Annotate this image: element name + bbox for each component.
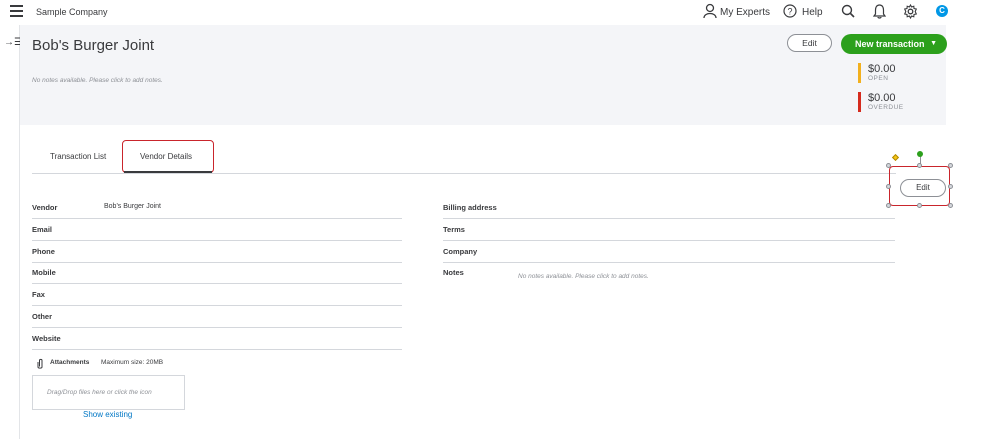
search-icon[interactable] <box>841 4 855 18</box>
field-label: Email <box>32 225 53 234</box>
attachments-label: Attachments <box>50 359 90 366</box>
attachments-max-size: Maximum size: 20MB <box>101 359 164 366</box>
field-label: Terms <box>443 225 465 234</box>
field-mobile: Mobile <box>32 263 402 284</box>
vendor-tabs: Transaction List Vendor Details <box>32 140 896 174</box>
left-rail: →☰ <box>0 25 23 439</box>
open-amount[interactable]: $0.00 OPEN <box>858 63 938 85</box>
field-label: Fax <box>32 290 45 299</box>
new-transaction-label: New transaction <box>855 39 925 49</box>
field-notes: Notes No notes available. Please click t… <box>443 263 895 284</box>
field-label: Website <box>32 334 61 343</box>
field-label: Phone <box>32 247 55 256</box>
field-company: Company <box>443 242 895 263</box>
company-name: Sample Company <box>36 7 108 17</box>
edit-highlight-box: Edit <box>889 166 950 206</box>
field-label: Vendor <box>32 203 58 212</box>
resize-handle[interactable] <box>948 203 953 208</box>
field-phone: Phone <box>32 242 402 263</box>
field-terms: Terms <box>443 220 895 241</box>
paperclip-icon[interactable] <box>36 358 44 370</box>
field-label: Mobile <box>32 268 56 277</box>
overdue-bar <box>858 92 861 112</box>
open-amount-label: OPEN <box>868 75 889 82</box>
field-vendor: Vendor Bob's Burger Joint <box>32 198 402 219</box>
notes-placeholder[interactable]: No notes available. Please click to add … <box>518 273 649 280</box>
field-fax: Fax <box>32 285 402 306</box>
rotation-handle-icon[interactable] <box>917 151 923 157</box>
bell-icon[interactable] <box>873 4 886 19</box>
svg-text:?: ? <box>787 7 792 17</box>
menu-icon[interactable] <box>10 5 23 17</box>
active-tab-underline <box>124 171 212 173</box>
tab-vendor-details[interactable]: Vendor Details <box>140 152 192 161</box>
attachment-dropzone[interactable]: Drag/Drop files here or click the icon <box>32 375 185 410</box>
caret-down-icon[interactable]: ▼ <box>930 34 937 54</box>
new-transaction-button[interactable]: New transaction ▼ <box>841 34 947 54</box>
open-amount-value: $0.00 <box>868 63 896 75</box>
edit-details-button[interactable]: Edit <box>900 179 946 197</box>
resize-handle[interactable] <box>917 163 922 168</box>
overdue-amount-label: OVERDUE <box>868 104 904 111</box>
vendor-header: Bob's Burger Joint No notes available. P… <box>20 25 947 125</box>
field-label: Notes <box>443 268 464 277</box>
open-bar <box>858 63 861 83</box>
field-label: Billing address <box>443 203 497 212</box>
resize-handle[interactable] <box>917 203 922 208</box>
field-other: Other <box>32 307 402 328</box>
gear-icon[interactable] <box>903 4 918 19</box>
avatar[interactable]: C <box>936 5 948 17</box>
top-bar: Sample Company My Experts ? Help C <box>0 0 999 25</box>
vendor-notes-placeholder[interactable]: No notes available. Please click to add … <box>32 77 163 84</box>
show-existing-link[interactable]: Show existing <box>83 410 132 419</box>
my-experts-link[interactable]: My Experts <box>720 7 770 18</box>
overdue-amount-value: $0.00 <box>868 92 896 104</box>
field-label: Other <box>32 312 53 321</box>
tab-transaction-list[interactable]: Transaction List <box>50 152 106 161</box>
field-billing-address: Billing address <box>443 198 895 219</box>
field-email: Email <box>32 220 402 241</box>
resize-handle[interactable] <box>948 184 953 189</box>
resize-handle[interactable] <box>886 184 891 189</box>
avatar-initial: C <box>939 6 945 15</box>
my-experts-icon[interactable] <box>703 3 717 19</box>
dropzone-text: Drag/Drop files here or click the icon <box>47 389 152 396</box>
help-icon[interactable]: ? <box>783 4 797 18</box>
resize-handle[interactable] <box>886 163 891 168</box>
field-value: Bob's Burger Joint <box>104 203 161 210</box>
resize-handle[interactable] <box>948 163 953 168</box>
help-link[interactable]: Help <box>802 7 823 18</box>
edit-vendor-button[interactable]: Edit <box>787 34 832 52</box>
overdue-amount[interactable]: $0.00 OVERDUE <box>858 92 938 114</box>
vendor-name-title: Bob's Burger Joint <box>32 37 155 54</box>
field-label: Company <box>443 247 478 256</box>
field-website: Website <box>32 329 402 350</box>
